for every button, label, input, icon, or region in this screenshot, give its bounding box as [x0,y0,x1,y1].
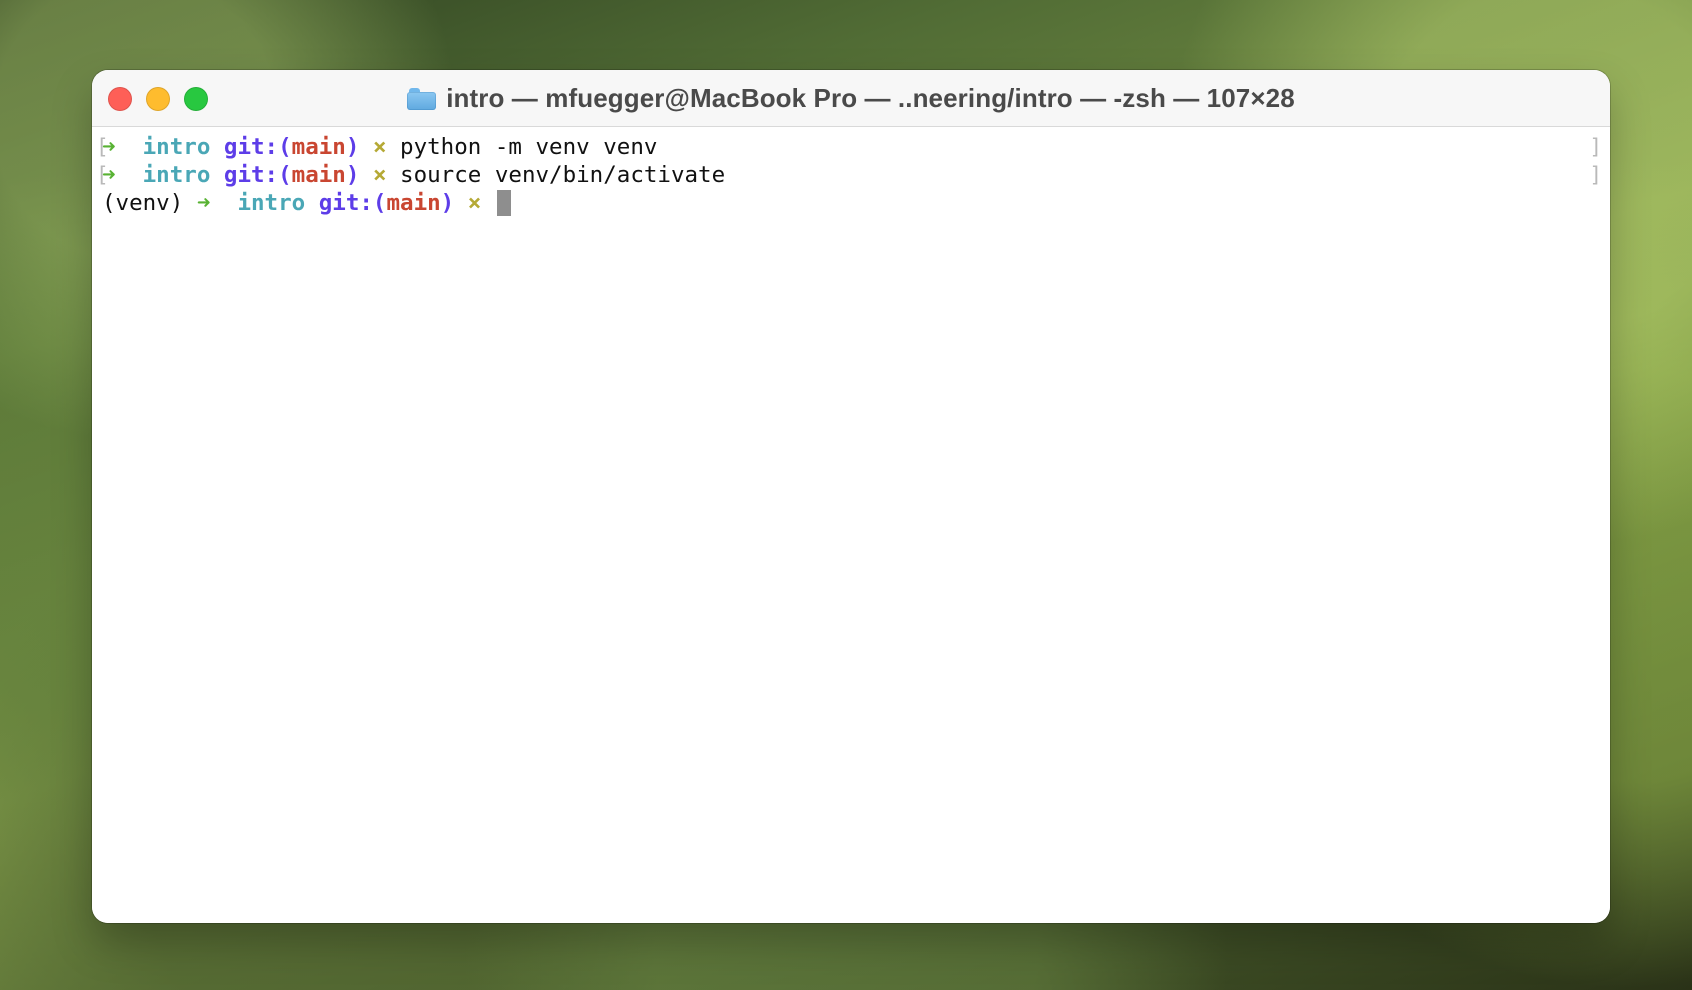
git-prefix: git:( [318,190,387,216]
venv-indicator: (venv) [102,190,184,216]
terminal-window[interactable]: intro — mfuegger@MacBook Pro — ..neering… [92,70,1610,923]
git-dirty-marker: × [372,162,387,188]
git-dirty-marker: × [372,134,387,160]
window-title-group: intro — mfuegger@MacBook Pro — ..neering… [92,70,1610,126]
directory-name: intro [237,190,306,216]
directory-name: intro [142,162,211,188]
window-title: intro — mfuegger@MacBook Pro — ..neering… [446,82,1295,113]
line-start-marker: [ [96,135,109,159]
window-controls [108,87,208,111]
desktop-background: intro — mfuegger@MacBook Pro — ..neering… [0,0,1692,990]
git-branch: main [386,190,441,216]
terminal-line-3[interactable]: (venv) ➜ intro git:(main) × [102,189,1610,217]
folder-icon [407,87,437,110]
git-prefix: git:( [223,134,292,160]
git-dirty-marker: × [467,190,482,216]
terminal-line-2: [ ➜ intro git:(main) × source venv/bin/a… [96,161,1610,189]
git-suffix: ) [345,162,360,188]
git-suffix: ) [440,190,455,216]
git-prefix: git:( [223,162,292,188]
prompt-arrow: ➜ [196,190,211,216]
terminal-line-1: [ ➜ intro git:(main) × python -m venv ve… [96,133,1610,161]
command-text: python -m venv venv [400,134,658,160]
minimize-icon[interactable] [146,87,170,111]
zoom-icon[interactable] [184,87,208,111]
directory-name: intro [142,134,211,160]
text-cursor[interactable] [496,190,511,216]
terminal-content[interactable]: [ ➜ intro git:(main) × python -m venv ve… [92,127,1610,923]
line-end-marker: ] [1589,163,1602,187]
close-icon[interactable] [108,87,132,111]
window-titlebar[interactable]: intro — mfuegger@MacBook Pro — ..neering… [92,70,1610,127]
line-start-marker: [ [96,163,109,187]
command-text: source venv/bin/activate [400,162,726,188]
git-suffix: ) [345,134,360,160]
git-branch: main [291,162,346,188]
git-branch: main [291,134,346,160]
line-end-marker: ] [1589,135,1602,159]
